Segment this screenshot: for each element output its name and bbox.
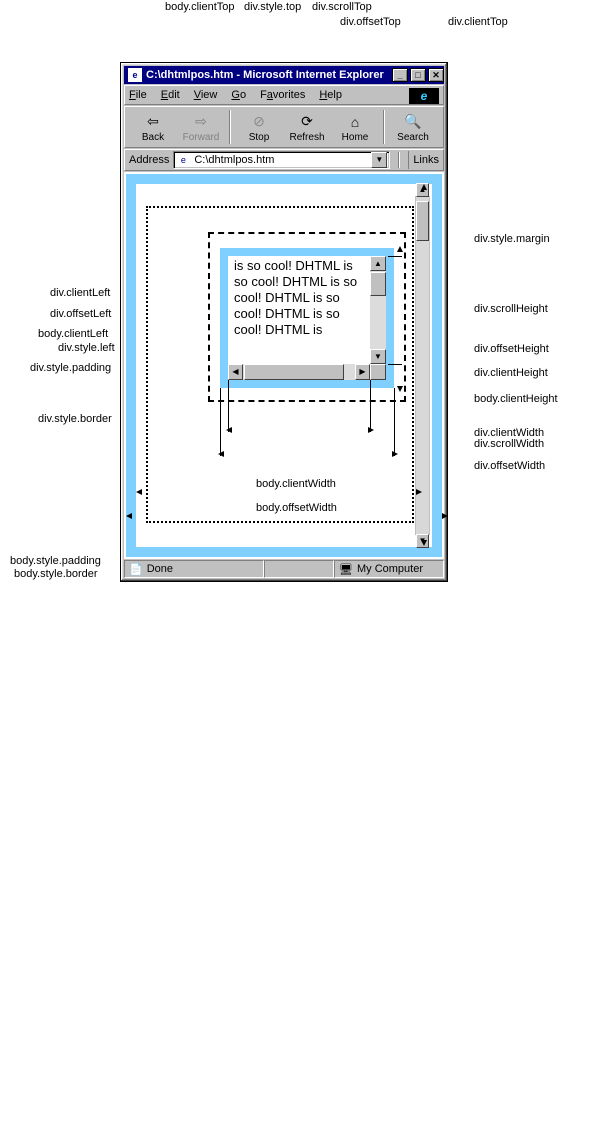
scroll-right-icon[interactable]: ▶ [355,364,370,380]
label-div-scrollwidth: div.scrollWidth [474,438,544,450]
scroll-down-icon[interactable]: ▼ [370,349,386,364]
forward-icon: ⇨ [177,112,225,132]
div-scroll-thumb-v[interactable] [370,272,386,296]
label-div-style-padding: div.style.padding [30,362,111,374]
label-body-style-padding: body.style.padding [10,555,101,567]
home-button[interactable]: ⌂Home [331,112,379,143]
scroll-corner [370,364,386,380]
menu-go[interactable]: Go [231,89,246,101]
home-icon: ⌂ [331,112,379,132]
label-div-clientleft: div.clientLeft [50,287,110,299]
page-icon: e [176,153,190,167]
menu-help[interactable]: Help [319,89,342,101]
back-button[interactable]: ⇦Back [129,112,177,143]
address-field[interactable]: e C:\dhtmlpos.htm ▼ [173,151,390,169]
refresh-button[interactable]: ⟳Refresh [283,112,331,143]
label-body-style-border: body.style.border [14,568,98,580]
stop-icon: ⊘ [235,112,283,132]
div-text-content: is so cool! DHTML is so cool! DHTML is s… [234,258,366,360]
body-clientwidth-label: body.clientWidth [256,478,336,490]
label-body-clientleft: body.clientLeft [38,328,108,340]
label-body-clienttop: body.clientTop [165,1,235,13]
ie-logo: e [409,88,439,104]
status-done: Done [147,563,173,575]
search-icon: 🔍 [389,112,437,132]
scroll-left-icon[interactable]: ◀ [228,364,243,380]
ie-page-icon: e [128,68,142,82]
label-div-offsetheight: div.offsetHeight [474,343,549,355]
content-area: ▲ ▼ is so cool! DHTML is so cool! DHTML … [124,172,444,559]
label-div-scrollheight: div.scrollHeight [474,303,548,315]
titlebar: e C:\dhtmlpos.htm - Microsoft Internet E… [124,66,444,84]
label-div-offsetleft: div.offsetLeft [50,308,111,320]
menubar: File Edit View Go Favorites Help e [124,85,444,105]
label-div-clienttop: div.clientTop [448,16,508,28]
label-div-scrolltop: div.scrollTop [312,1,372,13]
address-label: Address [129,154,169,166]
scroll-up-icon[interactable]: ▲ [370,256,386,271]
search-button[interactable]: 🔍Search [389,112,437,143]
address-dropdown[interactable]: ▼ [371,152,387,168]
minimize-button[interactable]: _ [392,68,408,82]
menu-file[interactable]: File [129,89,147,101]
address-text: C:\dhtmlpos.htm [194,154,274,166]
body-scroll-thumb[interactable] [416,201,429,241]
label-div-style-margin: div.style.margin [474,233,550,245]
statusbar: 📄 Done 🖥 My Computer [124,560,444,578]
toolbar: ⇦Back ⇨Forward ⊘Stop ⟳Refresh ⌂Home 🔍Sea… [124,106,444,148]
label-body-clientheight: body.clientHeight [474,393,558,405]
status-zone: My Computer [357,563,423,575]
body-offsetwidth-label: body.offsetWidth [256,502,337,514]
label-div-offsettop: div.offsetTop [340,16,401,28]
back-icon: ⇦ [129,112,177,132]
links-label[interactable]: Links [408,151,439,169]
body-clientheight-arrow [124,176,125,532]
menu-edit[interactable]: Edit [161,89,180,101]
menu-favorites[interactable]: Favorites [260,89,305,101]
div-scrollbar-vertical[interactable]: ▲ ▼ [370,256,386,364]
zone-icon: 🖥 [339,563,353,576]
label-div-style-left: div.style.left [58,342,115,354]
label-div-style-top: div.style.top [244,1,301,13]
forward-button[interactable]: ⇨Forward [177,112,225,143]
div-offsetheight-arrow [124,532,125,672]
div-scroll-thumb-h[interactable] [244,364,344,380]
done-icon: 📄 [129,563,143,576]
menu-view[interactable]: View [194,89,218,101]
div-scrollbar-horizontal[interactable]: ◀ ▶ [228,364,370,380]
close-button[interactable]: ✕ [428,68,444,82]
label-div-style-border: div.style.border [38,413,112,425]
div-element: is so cool! DHTML is so cool! DHTML is s… [228,256,386,380]
ie-window: e C:\dhtmlpos.htm - Microsoft Internet E… [120,62,448,582]
body-scrollbar[interactable]: ▲ ▼ [415,196,430,535]
addressbar: Address e C:\dhtmlpos.htm ▼ Links [124,149,444,171]
stop-button[interactable]: ⊘Stop [235,112,283,143]
label-div-offsetwidth: div.offsetWidth [474,460,545,472]
refresh-icon: ⟳ [283,112,331,132]
title-text: C:\dhtmlpos.htm - Microsoft Internet Exp… [146,69,384,81]
maximize-button[interactable]: □ [410,68,426,82]
label-div-clientheight: div.clientHeight [474,367,548,379]
